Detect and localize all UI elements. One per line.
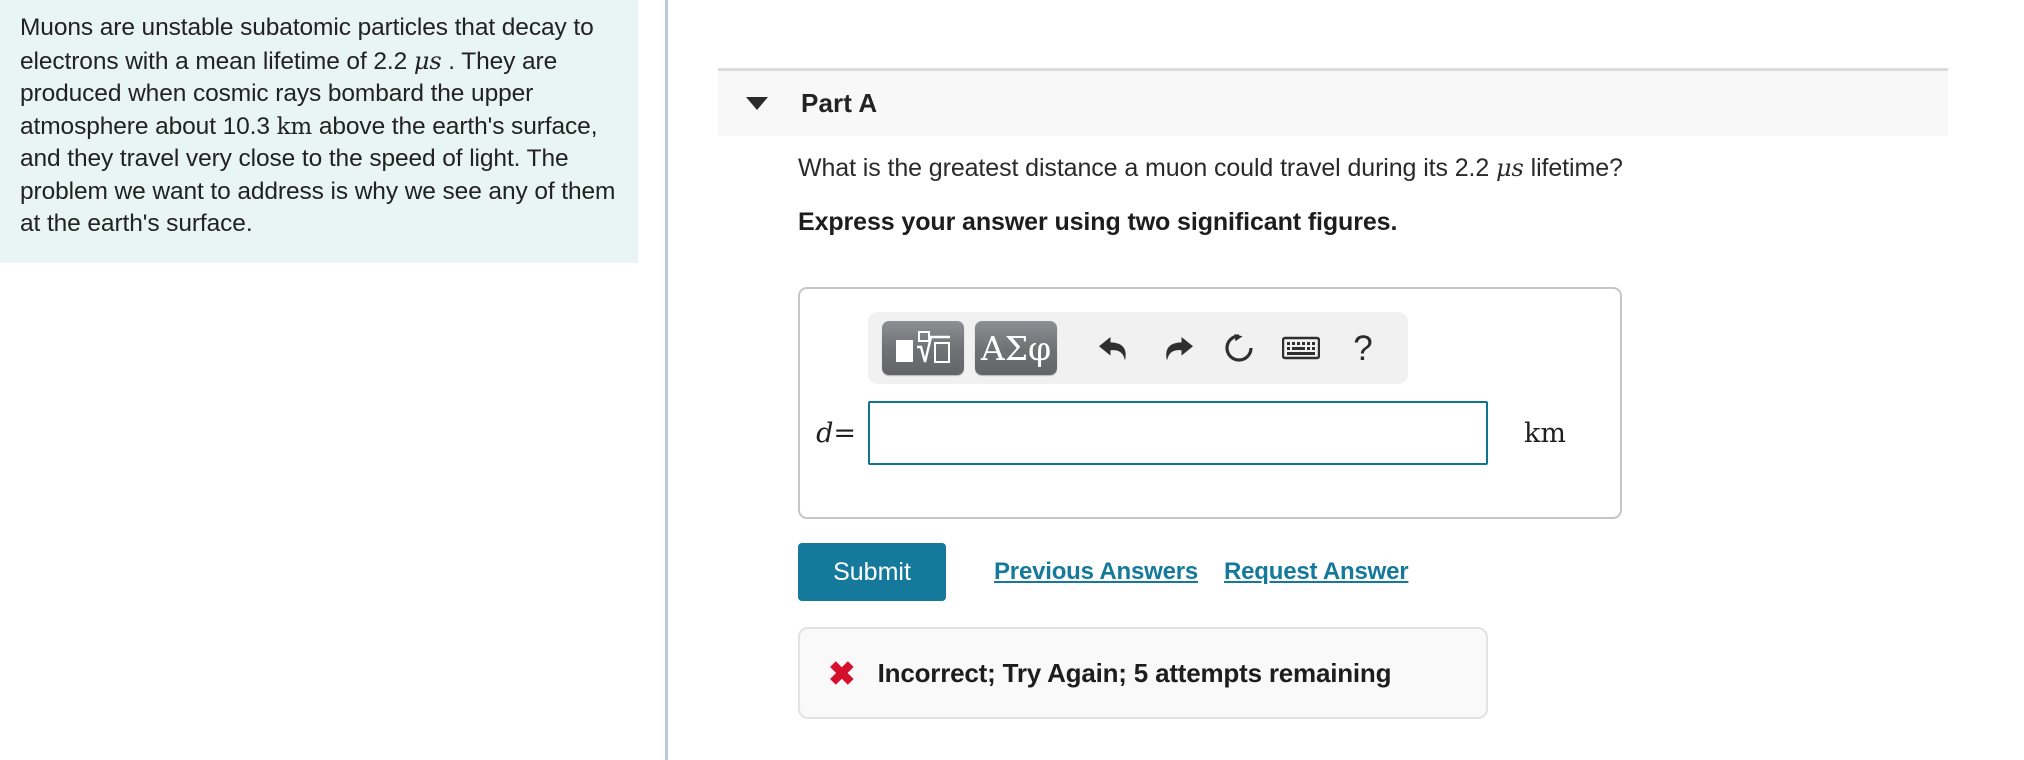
muon-lifetime-unit: μs: [413, 46, 442, 75]
greek-symbols-label: ΑΣφ: [980, 328, 1052, 368]
answer-input-row: d= km: [800, 401, 1620, 465]
chevron-down-icon[interactable]: [746, 97, 768, 110]
part-a-header[interactable]: Part A: [718, 68, 1948, 136]
previous-answers-link[interactable]: Previous Answers: [994, 558, 1198, 586]
part-a-title: Part A: [801, 88, 878, 118]
redo-icon: [1166, 337, 1193, 361]
answer-equals-sign: =: [833, 417, 856, 449]
redo-button[interactable]: [1146, 321, 1208, 375]
keyboard-icon: [1282, 336, 1320, 360]
answer-variable-label: d=: [800, 418, 868, 449]
reset-button[interactable]: [1208, 321, 1270, 375]
question-text-segment-1: What is the greatest distance a muon cou…: [798, 154, 1497, 182]
answer-entry-box: ΑΣφ ? d= km: [798, 287, 1622, 519]
feedback-message: Incorrect; Try Again; 5 attempts remaini…: [877, 657, 1392, 688]
answer-input[interactable]: [868, 401, 1488, 465]
help-button[interactable]: ?: [1332, 321, 1394, 375]
column-divider: [665, 0, 668, 760]
feedback-banner: ✖ Incorrect; Try Again; 5 attempts remai…: [798, 627, 1488, 719]
math-template-button[interactable]: [882, 321, 964, 375]
incorrect-icon: ✖: [828, 654, 856, 692]
submit-button[interactable]: Submit: [798, 543, 946, 601]
math-editor-toolbar: ΑΣφ ?: [868, 312, 1408, 384]
problem-statement-text: Muons are unstable subatomic particles t…: [20, 12, 616, 241]
answer-variable-symbol: d: [816, 417, 834, 449]
answer-unit-label: km: [1524, 417, 1566, 449]
problem-statement-panel: Muons are unstable subatomic particles t…: [0, 0, 638, 263]
request-answer-link[interactable]: Request Answer: [1224, 558, 1409, 586]
help-icon: ?: [1353, 328, 1373, 368]
question-instruction: Express your answer using two significan…: [798, 208, 1398, 236]
greek-symbols-button[interactable]: ΑΣφ: [975, 321, 1057, 375]
question-lifetime-unit: μs: [1496, 154, 1524, 182]
actions-row: Submit Previous Answers Request Answer: [798, 543, 1409, 601]
question-body: What is the greatest distance a muon cou…: [798, 152, 1918, 237]
keyboard-button[interactable]: [1270, 321, 1332, 375]
undo-button[interactable]: [1084, 321, 1146, 375]
question-text-segment-2: lifetime?: [1523, 154, 1623, 182]
math-template-icon: [896, 331, 950, 363]
question-prompt: What is the greatest distance a muon cou…: [798, 152, 1918, 185]
undo-icon: [1099, 337, 1126, 361]
reset-icon: [1225, 334, 1253, 362]
altitude-unit: km: [276, 113, 313, 140]
